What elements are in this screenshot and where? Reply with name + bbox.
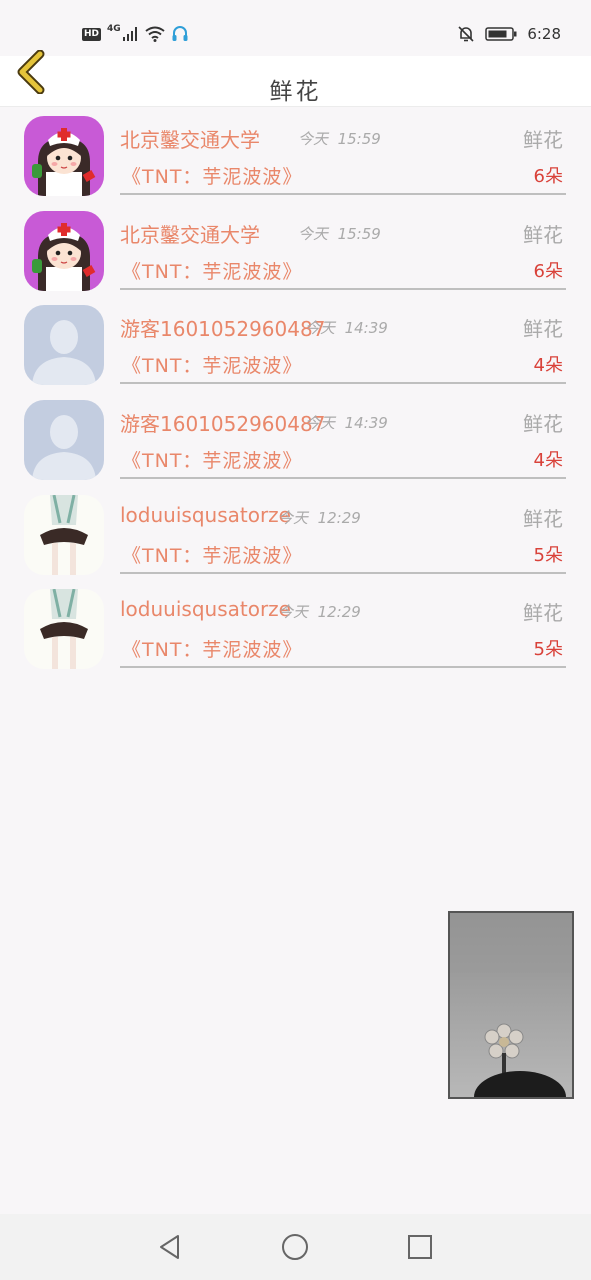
sender-name[interactable]: loduuisqusatorze: [120, 503, 291, 527]
sent-clock: 15:59: [337, 130, 381, 148]
page-title: 鲜花: [269, 79, 322, 105]
row-divider: [120, 571, 566, 574]
gift-type: 鲜花: [523, 506, 563, 531]
user-avatar[interactable]: [24, 494, 104, 575]
default-avatar-image: [24, 400, 104, 481]
gift-type: 鲜花: [523, 317, 563, 342]
user-avatar[interactable]: [24, 210, 104, 291]
sent-day: 今天: [278, 508, 309, 527]
status-left: HD 4G: [82, 24, 189, 44]
gift-title: 《TNT：芋泥波波》: [122, 355, 303, 378]
gift-count: 5朵: [533, 639, 563, 661]
row-divider: [120, 477, 566, 480]
status-bar: HD 4G 6:28: [0, 0, 591, 56]
signal-icon: [122, 27, 137, 41]
gift-title: 《TNT：芋泥波波》: [122, 639, 303, 662]
battery-icon: [485, 27, 517, 41]
sent-clock: 14:39: [344, 414, 388, 433]
row-divider: [120, 287, 566, 290]
user-avatar[interactable]: [24, 589, 104, 670]
row-divider: [120, 382, 566, 385]
gift-type: 鲜花: [523, 412, 563, 437]
sent-day: 今天: [305, 414, 336, 433]
sent-day: 今天: [305, 319, 336, 338]
network-type: 4G: [107, 24, 121, 34]
row-divider: [120, 193, 566, 195]
system-nav-bar: [0, 1214, 591, 1280]
sent-clock: 15:59: [337, 224, 381, 243]
gift-count: 6朵: [533, 166, 563, 187]
bell-muted-icon: [458, 26, 474, 42]
sender-name[interactable]: loduuisqusatorze: [120, 597, 291, 621]
recents-square-icon[interactable]: [405, 1232, 435, 1262]
sent-clock: 12:29: [317, 603, 361, 622]
gift-title: 《TNT：芋泥波波》: [122, 544, 303, 567]
sent-time: 今天 14:39: [305, 317, 388, 338]
sent-day: 今天: [278, 603, 309, 622]
sender-name[interactable]: 游客1601052960487: [120, 408, 325, 437]
user-avatar[interactable]: [24, 400, 104, 481]
gift-list: 北京鑿交通大学 今天 15:59 鲜花 《TNT：芋泥波波》 6朵 北京鑿交通大…: [0, 112, 591, 680]
sender-name[interactable]: 北京鑿交通大学: [120, 124, 260, 153]
sent-clock: 12:29: [317, 508, 361, 527]
header-bar: 鲜花: [0, 49, 591, 107]
gift-count: 4朵: [533, 450, 563, 472]
girl-avatar-image: [24, 589, 104, 670]
gift-title: 《TNT：芋泥波波》: [122, 166, 303, 188]
hd-badge: HD: [82, 27, 102, 41]
sent-time: 今天 12:29: [278, 507, 361, 528]
gift-type: 鲜花: [523, 601, 563, 626]
gift-type: 鲜花: [523, 128, 563, 152]
sent-time: 今天 12:29: [278, 601, 361, 622]
back-triangle-icon[interactable]: [155, 1232, 185, 1262]
sender-name[interactable]: 北京鑿交通大学: [120, 219, 260, 248]
gift-count: 5朵: [533, 544, 563, 566]
gift-count: 4朵: [533, 355, 563, 377]
gift-list-item[interactable]: 北京鑿交通大学 今天 15:59 鲜花 《TNT：芋泥波波》 6朵: [0, 207, 591, 302]
headset-app-icon: [172, 26, 188, 41]
sent-day: 今天: [298, 224, 329, 243]
sent-clock: 14:39: [344, 319, 388, 338]
sent-time: 今天 14:39: [305, 412, 388, 433]
gift-type: 鲜花: [523, 222, 563, 247]
girl-avatar-image: [24, 494, 104, 575]
gift-list-item[interactable]: 游客1601052960487 今天 14:39 鲜花 《TNT：芋泥波波》 4…: [0, 396, 591, 491]
status-time: 6:28: [527, 25, 561, 43]
sent-time: 今天 15:59: [298, 128, 381, 149]
home-circle-icon[interactable]: [280, 1232, 310, 1262]
wifi-icon: [145, 26, 165, 42]
gift-title: 《TNT：芋泥波波》: [122, 260, 303, 283]
default-avatar-image: [24, 305, 104, 386]
video-frame-image: [450, 913, 572, 1097]
gift-list-item[interactable]: 北京鑿交通大学 今天 15:59 鲜花 《TNT：芋泥波波》 6朵: [0, 112, 591, 207]
nurse-avatar-image: [24, 210, 104, 291]
status-right: 6:28: [457, 24, 561, 44]
sent-time: 今天 15:59: [298, 223, 381, 244]
sender-name[interactable]: 游客1601052960487: [120, 313, 325, 342]
gift-list-item[interactable]: loduuisqusatorze 今天 12:29 鲜花 《TNT：芋泥波波》 …: [0, 491, 591, 586]
user-avatar[interactable]: [24, 305, 104, 386]
gift-count: 6朵: [533, 260, 563, 282]
floating-video-preview[interactable]: [448, 911, 574, 1099]
user-avatar[interactable]: [24, 116, 104, 196]
sent-day: 今天: [298, 130, 329, 148]
gift-list-item[interactable]: 游客1601052960487 今天 14:39 鲜花 《TNT：芋泥波波》 4…: [0, 301, 591, 396]
gift-list-item[interactable]: loduuisqusatorze 今天 12:29 鲜花 《TNT：芋泥波波》 …: [0, 585, 591, 680]
nurse-avatar-image: [24, 116, 104, 196]
row-divider: [120, 666, 566, 669]
gift-title: 《TNT：芋泥波波》: [122, 450, 303, 473]
